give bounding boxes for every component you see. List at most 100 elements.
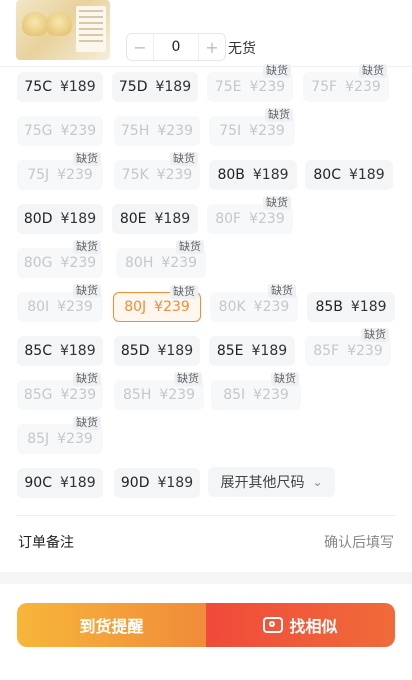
size-label: 85C (24, 343, 52, 359)
size-option-80f[interactable]: 80F ¥239 缺货 (207, 196, 293, 234)
size-price: ¥239 (249, 123, 285, 139)
size-label: 80J (124, 299, 147, 315)
plus-button[interactable]: + (199, 38, 225, 57)
order-note-label: 订单备注 (18, 535, 74, 551)
out-of-stock-badge: 缺货 (268, 284, 296, 298)
size-label: 80D (23, 211, 53, 227)
size-label: 80G (23, 255, 53, 271)
size-label: 75G (23, 123, 53, 139)
size-label: 75I (219, 123, 242, 139)
size-option-85b[interactable]: 85B ¥189 (307, 292, 395, 322)
size-label: 85J (27, 431, 50, 447)
size-price: ¥189 (157, 343, 194, 359)
expand-sizes-label: 展开其他尺码 (220, 475, 305, 491)
size-label: 80E (119, 211, 147, 227)
product-image-right-cup (46, 12, 72, 36)
size-label: 75D (118, 79, 148, 95)
size-price: ¥189 (59, 475, 96, 491)
out-of-stock-badge: 缺货 (73, 152, 101, 166)
size-option-75h[interactable]: 75H ¥239 (114, 116, 200, 146)
out-of-stock-badge: 缺货 (174, 372, 202, 386)
size-label: 80K (218, 299, 246, 315)
size-option-75i[interactable]: 75I ¥239 缺货 (209, 108, 295, 146)
size-price: ¥189 (348, 167, 385, 183)
size-option-80k[interactable]: 80K ¥239 缺货 (210, 284, 298, 322)
size-price: ¥239 (156, 167, 193, 183)
size-option-85c[interactable]: 85C ¥189 (17, 336, 103, 366)
size-label: 85B (315, 299, 343, 315)
find-similar-button[interactable]: 找相似 (206, 603, 395, 647)
size-option-85e[interactable]: 85E ¥189 (209, 336, 295, 366)
expand-sizes-button[interactable]: 展开其他尺码 ⌄ (208, 467, 335, 497)
size-option-85g[interactable]: 85G ¥239 缺货 (17, 372, 103, 410)
out-of-stock-badge: 缺货 (170, 285, 198, 299)
size-option-85d[interactable]: 85D ¥189 (114, 336, 200, 366)
size-label: 80C (313, 167, 341, 183)
size-option-75g[interactable]: 75G ¥239 (17, 116, 103, 146)
size-label: 75E (214, 79, 242, 95)
out-of-stock-badge: 缺货 (73, 284, 101, 298)
out-of-stock-badge: 缺货 (271, 372, 299, 386)
size-price: ¥239 (157, 123, 193, 139)
size-option-75c[interactable]: 75C ¥189 (17, 72, 103, 102)
size-option-75k[interactable]: 75K ¥239 缺货 (114, 152, 200, 190)
size-label: 75K (121, 167, 149, 183)
size-option-80b[interactable]: 80B ¥189 (209, 160, 297, 190)
size-price: ¥189 (252, 167, 289, 183)
notify-button-label: 到货提醒 (79, 617, 144, 636)
size-option-80g[interactable]: 80G ¥239 缺货 (17, 240, 103, 278)
size-price: ¥189 (154, 211, 191, 227)
size-label: 80B (217, 167, 245, 183)
out-of-stock-badge: 缺货 (73, 372, 101, 386)
section-gap (0, 572, 412, 584)
size-option-80d[interactable]: 80D ¥189 (17, 204, 103, 234)
size-option-75e[interactable]: 75E ¥239 缺货 (207, 64, 293, 102)
size-label: 85F (313, 343, 340, 359)
size-label: 85H (123, 387, 152, 403)
size-option-80j[interactable]: 80J ¥239 缺货 (113, 285, 201, 322)
find-similar-label: 找相似 (289, 617, 338, 636)
size-label: 85I (223, 387, 246, 403)
size-option-85i[interactable]: 85I ¥239 缺货 (211, 372, 301, 410)
size-option-75d[interactable]: 75D ¥189 (112, 72, 198, 102)
out-of-stock-badge: 缺货 (265, 108, 293, 122)
size-label: 90D (120, 475, 150, 491)
order-note-row[interactable]: 订单备注 确认后填写 (18, 532, 394, 552)
size-label: 85D (120, 343, 150, 359)
size-option-80c[interactable]: 80C ¥189 (305, 160, 393, 190)
size-price: ¥239 (249, 211, 285, 227)
size-price: ¥239 (161, 255, 197, 271)
size-label: 80H (125, 255, 154, 271)
size-price: ¥239 (159, 387, 195, 403)
divider (16, 515, 396, 516)
size-price: ¥189 (251, 343, 288, 359)
size-option-90c[interactable]: 90C ¥189 (17, 468, 103, 498)
size-option-80e[interactable]: 80E ¥189 (112, 204, 198, 234)
size-label: 75J (27, 167, 50, 183)
size-option-85h[interactable]: 85H ¥239 缺货 (114, 372, 204, 410)
out-of-stock-badge: 缺货 (263, 196, 291, 210)
size-option-80h[interactable]: 80H ¥239 缺货 (116, 240, 206, 278)
size-option-90d[interactable]: 90D ¥189 (114, 468, 200, 498)
size-option-85f[interactable]: 85F ¥239 缺货 (305, 328, 391, 366)
size-price: ¥239 (154, 299, 190, 315)
size-option-75f[interactable]: 75F ¥239 缺货 (303, 64, 389, 102)
order-note-hint: 确认后填写 (324, 535, 394, 551)
minus-button[interactable]: − (127, 38, 153, 57)
size-option-75j[interactable]: 75J ¥239 缺货 (17, 152, 103, 190)
quantity-stepper[interactable]: − 0 + (126, 33, 226, 61)
quantity-value[interactable]: 0 (153, 34, 199, 60)
size-label: 75C (24, 79, 52, 95)
size-option-85j[interactable]: 85J ¥239 缺货 (17, 416, 103, 454)
divider (0, 66, 412, 67)
out-of-stock-badge: 缺货 (176, 240, 204, 254)
out-of-stock-badge: 缺货 (170, 152, 198, 166)
product-image-panel (76, 6, 106, 52)
camera-icon (263, 617, 284, 633)
notify-button[interactable]: 到货提醒 (17, 603, 206, 647)
size-label: 90C (24, 475, 52, 491)
product-thumbnail (16, 0, 110, 60)
size-option-80i[interactable]: 80I ¥239 缺货 (17, 284, 103, 322)
out-of-stock-badge: 缺货 (263, 64, 291, 78)
size-label: 85G (23, 387, 53, 403)
